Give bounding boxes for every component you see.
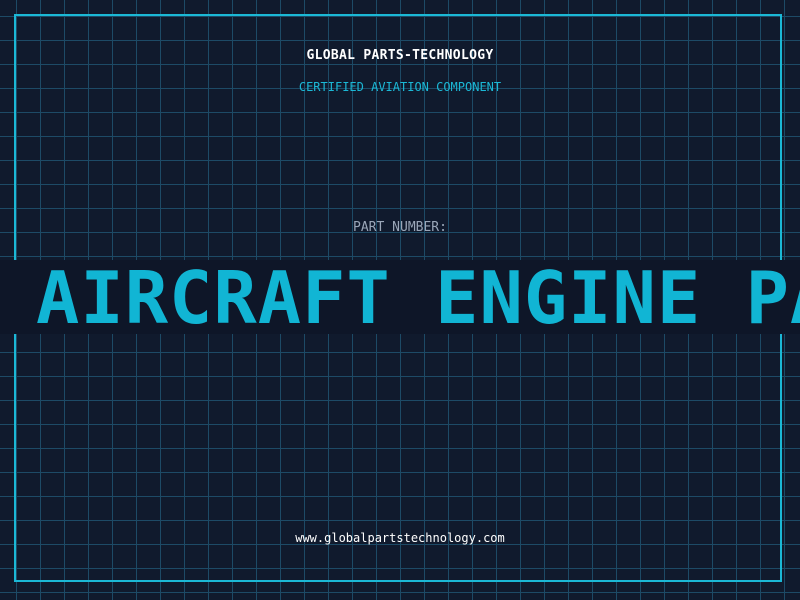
website-url: www.globalpartstechnology.com	[295, 531, 505, 545]
part-number-label: PART NUMBER:	[353, 220, 447, 235]
part-banner: AIRCRAFT ENGINE PARTS	[0, 260, 800, 334]
part-banner-text: AIRCRAFT ENGINE PARTS	[36, 260, 800, 334]
certification-subtitle: CERTIFIED AVIATION COMPONENT	[298, 80, 502, 94]
company-name: GLOBAL PARTS-TECHNOLOGY	[306, 48, 494, 63]
label-card: GLOBAL PARTS-TECHNOLOGY CERTIFIED AVIATI…	[0, 0, 800, 600]
